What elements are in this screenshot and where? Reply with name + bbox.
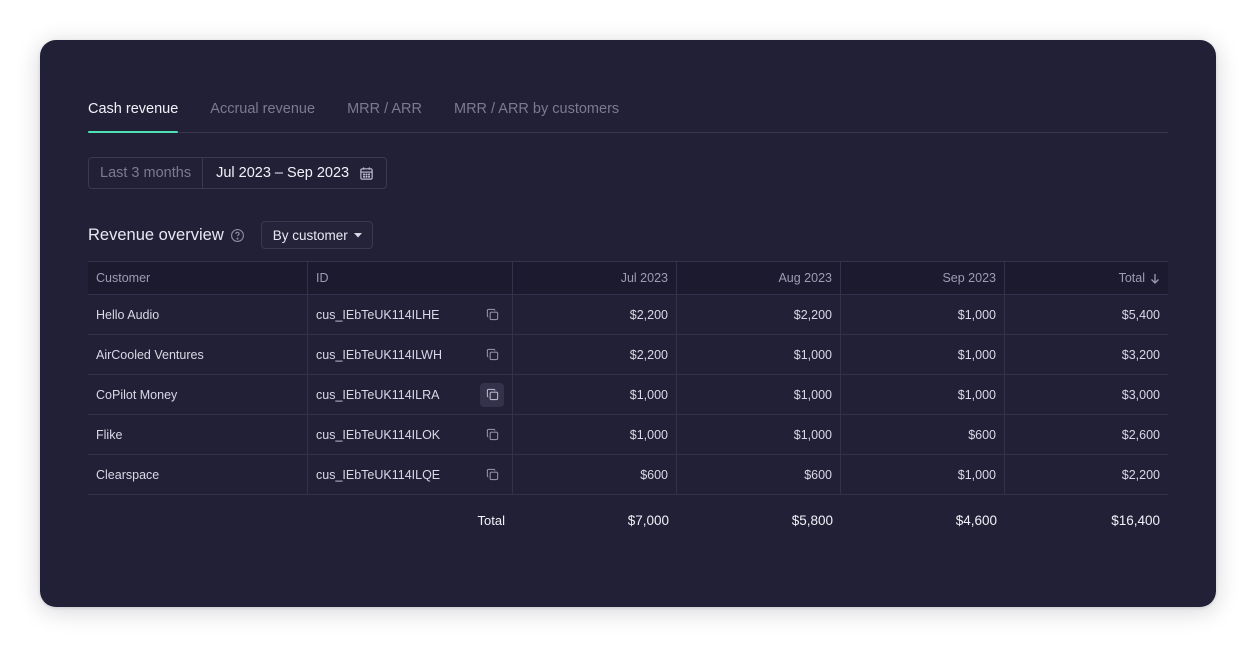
cell-total: $3,200 — [1121, 347, 1160, 362]
customer-id: cus_IEbTeUK114ILOK — [316, 427, 441, 442]
totals-label: Total — [477, 512, 505, 528]
revenue-tabs: Cash revenue Accrual revenue MRR / ARR M… — [88, 100, 1168, 133]
cell-sep-2023: $600 — [841, 415, 1005, 454]
header-aug-2023[interactable]: Aug 2023 — [677, 262, 841, 294]
cell-id: cus_IEbTeUK114ILRA — [308, 375, 513, 414]
copy-icon[interactable] — [480, 382, 504, 407]
cell-aug-2023: $600 — [677, 455, 841, 494]
caret-down-icon — [353, 232, 362, 238]
revenue-card: Cash revenue Accrual revenue MRR / ARR M… — [40, 40, 1216, 607]
cell-total: $2,200 — [1121, 467, 1160, 482]
cell-id: cus_IEbTeUK114ILWH — [308, 335, 513, 374]
customer-id: cus_IEbTeUK114ILRA — [316, 387, 440, 402]
arrow-down-icon — [1150, 273, 1160, 284]
table-row: Hello Audio cus_IEbTeUK114ILHE $2,200 $2… — [88, 295, 1168, 335]
customer-id: cus_IEbTeUK114ILHE — [316, 307, 440, 322]
cell-customer: Hello Audio — [88, 295, 308, 334]
cell-jul-2023: $1,000 — [513, 415, 677, 454]
table-totals-row: Total $7,000 $5,800 $4,600 $16,400 — [88, 495, 1168, 545]
tab-mrr-arr-by-customers[interactable]: MRR / ARR by customers — [454, 100, 619, 132]
customer-id: cus_IEbTeUK114ILWH — [316, 347, 442, 362]
header-sep-2023[interactable]: Sep 2023 — [841, 262, 1005, 294]
tab-accrual-revenue[interactable]: Accrual revenue — [210, 100, 315, 132]
cell-total: $5,400 — [1121, 307, 1160, 322]
cell-aug-2023: $1,000 — [677, 415, 841, 454]
tab-cash-revenue[interactable]: Cash revenue — [88, 100, 179, 133]
total-grand: $16,400 — [1111, 512, 1160, 528]
help-circle-icon[interactable] — [230, 228, 245, 243]
customer-id: cus_IEbTeUK114ILQE — [316, 467, 441, 482]
cell-jul-2023: $2,200 — [513, 295, 677, 334]
total-sep-2023: $4,600 — [955, 512, 997, 528]
section-title: Revenue overview — [88, 225, 224, 244]
cell-total: $3,000 — [1121, 387, 1160, 402]
cell-jul-2023: $2,200 — [513, 335, 677, 374]
cell-customer: Flike — [88, 415, 308, 454]
cell-customer: AirCooled Ventures — [88, 335, 308, 374]
revenue-overview-header: Revenue overview By customer — [88, 221, 373, 249]
table-row: CoPilot Money cus_IEbTeUK114ILRA $1,000 … — [88, 375, 1168, 415]
cell-jul-2023: $1,000 — [513, 375, 677, 414]
range-dates-label: Jul 2023 – Sep 2023 — [216, 165, 350, 181]
cell-sep-2023: $1,000 — [841, 375, 1005, 414]
cell-customer: Clearspace — [88, 455, 308, 494]
table-row: Flike cus_IEbTeUK114ILOK $1,000 $1,000 $… — [88, 415, 1168, 455]
table-row: AirCooled Ventures cus_IEbTeUK114ILWH $2… — [88, 335, 1168, 375]
header-jul-2023[interactable]: Jul 2023 — [513, 262, 677, 294]
header-customer[interactable]: Customer — [88, 262, 308, 294]
cell-aug-2023: $2,200 — [677, 295, 841, 334]
cell-jul-2023: $600 — [513, 455, 677, 494]
cell-id: cus_IEbTeUK114ILQE — [308, 455, 513, 494]
cell-total: $2,600 — [1121, 427, 1160, 442]
total-aug-2023: $5,800 — [791, 512, 833, 528]
cell-id: cus_IEbTeUK114ILHE — [308, 295, 513, 334]
copy-icon[interactable] — [480, 423, 504, 447]
header-total[interactable]: Total — [1005, 262, 1168, 294]
header-total-label: Total — [1118, 271, 1145, 285]
cell-id: cus_IEbTeUK114ILOK — [308, 415, 513, 454]
cell-sep-2023: $1,000 — [841, 335, 1005, 374]
range-dates-button[interactable]: Jul 2023 – Sep 2023 — [203, 158, 386, 188]
copy-icon[interactable] — [480, 303, 504, 327]
range-preset-button[interactable]: Last 3 months — [89, 158, 204, 188]
header-id[interactable]: ID — [308, 262, 513, 294]
date-range-picker: Last 3 months Jul 2023 – Sep 2023 — [88, 157, 388, 189]
group-by-dropdown[interactable]: By customer — [260, 221, 373, 249]
cell-aug-2023: $1,000 — [677, 375, 841, 414]
calendar-icon — [359, 166, 374, 181]
cell-customer: CoPilot Money — [88, 375, 308, 414]
cell-sep-2023: $1,000 — [841, 295, 1005, 334]
tab-mrr-arr[interactable]: MRR / ARR — [347, 100, 422, 132]
group-by-label: By customer — [272, 227, 348, 243]
copy-icon[interactable] — [480, 343, 504, 367]
revenue-table: Customer ID Jul 2023 Aug 2023 Sep 2023 T… — [88, 261, 1168, 545]
copy-icon[interactable] — [480, 463, 504, 487]
table-header-row: Customer ID Jul 2023 Aug 2023 Sep 2023 T… — [88, 261, 1168, 295]
cell-sep-2023: $1,000 — [841, 455, 1005, 494]
table-row: Clearspace cus_IEbTeUK114ILQE $600 $600 … — [88, 455, 1168, 495]
cell-aug-2023: $1,000 — [677, 335, 841, 374]
total-jul-2023: $7,000 — [627, 512, 669, 528]
